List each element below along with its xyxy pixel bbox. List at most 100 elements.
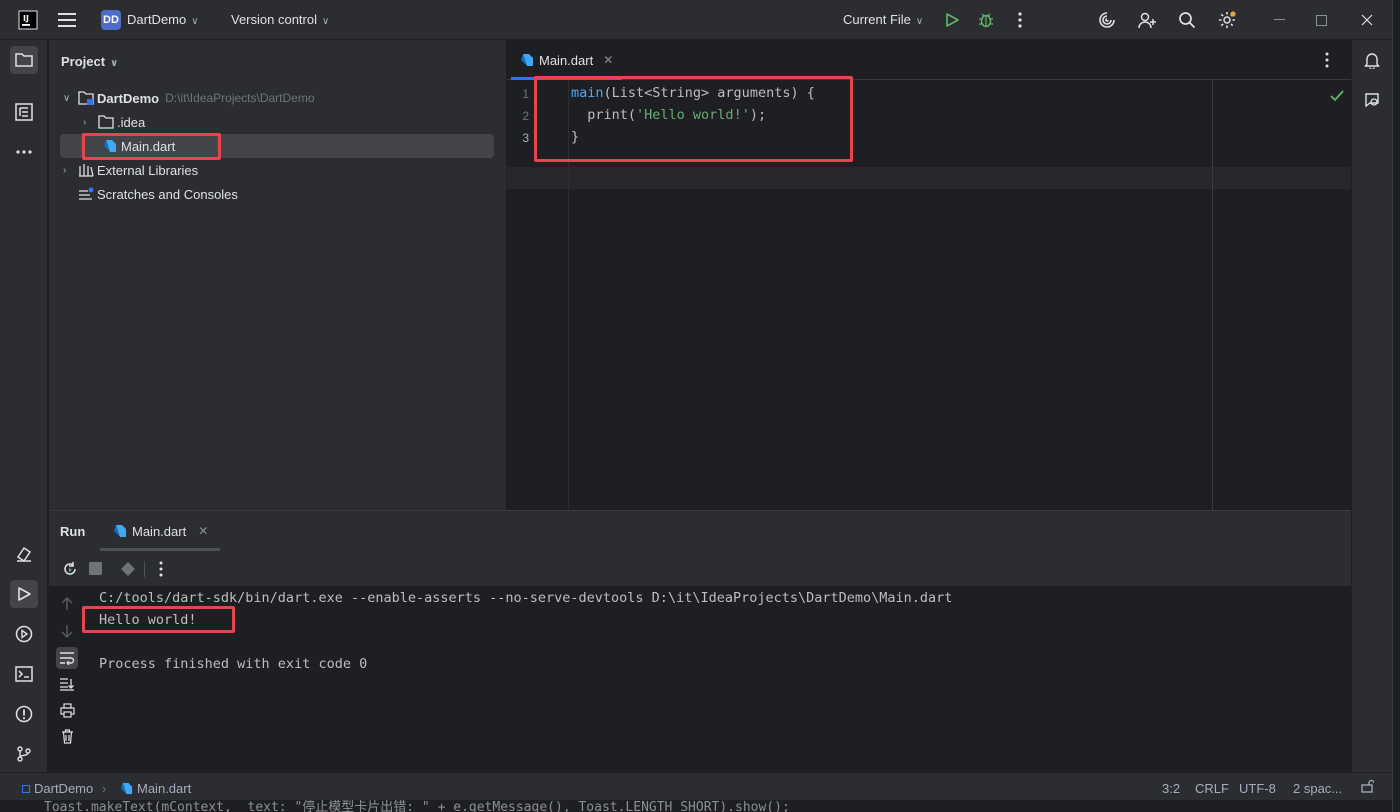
minimize-icon[interactable]: [1268, 8, 1292, 32]
chevron-right-icon[interactable]: ›: [63, 165, 77, 176]
tree-item-label: DartDemo: [97, 90, 160, 106]
scroll-down-arrow-icon[interactable]: [61, 624, 73, 638]
project-panel: Project ∨ ∨ DartDemo D:\it\IdeaProjects\D…: [49, 40, 507, 510]
soft-wrap-icon[interactable]: [56, 647, 78, 669]
library-icon: [77, 162, 95, 178]
caret-position[interactable]: 3:2: [1162, 781, 1180, 796]
project-switcher[interactable]: DartDemo ∨: [127, 12, 199, 27]
background-code-text: Toast.makeText(mContext, text: "停止模型卡片出错…: [44, 800, 790, 812]
version-control-menu[interactable]: Version control ∨: [231, 12, 329, 27]
code-text: }: [571, 129, 580, 145]
code-line-1[interactable]: main(List<String> arguments) {: [571, 85, 815, 101]
breadcrumb-file-label: Main.dart: [137, 781, 192, 796]
search-icon[interactable]: [1175, 8, 1199, 32]
clear-all-trash-icon[interactable]: [61, 729, 74, 744]
run-config-label: Current File: [843, 12, 911, 27]
code-function-name: main: [571, 85, 604, 101]
debug-tool-icon[interactable]: [12, 622, 36, 646]
add-user-icon[interactable]: [1135, 8, 1159, 32]
title-bar: IJ DD DartDemo ∨ Version control ∨ Current…: [0, 0, 1400, 40]
git-tool-icon[interactable]: [12, 742, 36, 766]
more-tools-icon[interactable]: [12, 140, 36, 164]
stop-icon[interactable]: [89, 562, 102, 575]
tree-item-external-libraries[interactable]: › External Libraries: [63, 158, 198, 182]
scroll-to-end-icon[interactable]: [59, 677, 75, 691]
intellij-logo-icon[interactable]: IJ: [16, 8, 40, 32]
line-number: 1: [522, 87, 529, 101]
line-number: 2: [522, 109, 529, 123]
dump-threads-icon[interactable]: [120, 561, 136, 577]
tree-item-idea[interactable]: › .idea: [83, 110, 145, 134]
breadcrumb-file[interactable]: Main.dart: [120, 781, 191, 796]
console-command-line: C:/tools/dart-sdk/bin/dart.exe --enable-…: [99, 590, 953, 606]
dart-file-icon: [120, 782, 133, 795]
debug-icon[interactable]: [974, 8, 998, 32]
chevron-right-icon[interactable]: ›: [83, 117, 97, 128]
editor-more-icon[interactable]: [1325, 52, 1329, 68]
close-tab-icon[interactable]: ✕: [603, 53, 613, 67]
tree-item-label: .idea: [117, 114, 146, 130]
code-line-2[interactable]: print('Hello world!');: [571, 107, 766, 123]
services-tool-icon[interactable]: [12, 542, 36, 566]
version-control-label: Version control: [231, 12, 317, 27]
print-icon[interactable]: [60, 703, 75, 718]
chevron-down-icon: ∨: [110, 58, 119, 69]
run-tool-icon[interactable]: [10, 580, 38, 608]
folder-icon: [97, 114, 115, 130]
project-name: DartDemo: [127, 12, 187, 27]
editor-tab-bar: Main.dart ✕: [507, 40, 1351, 80]
module-folder-icon: [77, 90, 95, 106]
tree-item-main-dart[interactable]: Main.dart: [101, 134, 175, 158]
code-line-3[interactable]: }: [571, 129, 579, 145]
chevron-down-icon[interactable]: ∨: [63, 93, 77, 104]
close-icon[interactable]: [1355, 8, 1379, 32]
window-edge: [1392, 0, 1400, 812]
tree-item-label: Main.dart: [121, 138, 176, 154]
project-badge[interactable]: DD: [101, 10, 121, 30]
scroll-up-arrow-icon[interactable]: [61, 597, 73, 611]
run-config-selector[interactable]: Current File ∨: [843, 12, 923, 27]
tree-item-dartdemo[interactable]: ∨ DartDemo D:\it\IdeaProjects\DartDemo: [63, 86, 315, 110]
run-toolbar: [49, 551, 1351, 587]
project-panel-title: Project: [61, 54, 106, 69]
tree-item-path: D:\it\IdeaProjects\DartDemo: [165, 91, 315, 105]
scratches-icon: [77, 186, 95, 202]
main-menu-icon[interactable]: [55, 8, 79, 32]
structure-tool-icon[interactable]: [12, 100, 36, 124]
terminal-tool-icon[interactable]: [12, 662, 36, 686]
problems-tool-icon[interactable]: [12, 702, 36, 726]
breadcrumb-project[interactable]: DartDemo: [22, 781, 93, 796]
run-icon[interactable]: [940, 8, 964, 32]
file-encoding[interactable]: UTF-8: [1239, 781, 1276, 796]
read-only-lock-icon[interactable]: [1360, 779, 1374, 793]
console-output-line: Hello world!: [99, 612, 197, 628]
notifications-bell-icon[interactable]: [1360, 48, 1384, 72]
background-window-code: Toast.makeText(mContext, text: "停止模型卡片出错…: [0, 800, 1400, 812]
more-actions-icon[interactable]: [159, 561, 163, 577]
maximize-icon[interactable]: [1309, 8, 1333, 32]
dart-file-icon: [520, 53, 534, 67]
right-margin-guide: [1212, 80, 1213, 510]
code-text: print(: [571, 107, 637, 123]
run-tab-main-dart[interactable]: Main.dart ✕: [113, 511, 208, 551]
dart-file-icon: [101, 138, 119, 154]
indent-setting[interactable]: 2 spac...: [1293, 781, 1342, 796]
dart-file-icon: [113, 524, 127, 538]
tree-item-scratches[interactable]: Scratches and Consoles: [77, 182, 238, 206]
settings-gear-icon[interactable]: [1215, 8, 1239, 32]
ai-chat-icon[interactable]: [1360, 88, 1384, 112]
chevron-down-icon: ∨: [322, 16, 330, 27]
editor-tab-main-dart[interactable]: Main.dart ✕: [520, 40, 613, 80]
no-problems-check-icon[interactable]: [1330, 90, 1344, 102]
rerun-icon[interactable]: [62, 561, 78, 577]
project-tool-icon[interactable]: [10, 46, 38, 74]
console-exit-line: Process finished with exit code 0: [99, 656, 368, 672]
project-panel-header[interactable]: Project ∨: [61, 54, 118, 69]
line-number: 3: [522, 131, 529, 145]
more-actions-icon[interactable]: [1008, 8, 1032, 32]
chevron-down-icon: ∨: [915, 16, 924, 27]
ai-assistant-icon[interactable]: [1095, 8, 1119, 32]
line-ending[interactable]: CRLF: [1195, 781, 1229, 796]
close-tab-icon[interactable]: ✕: [198, 524, 208, 538]
tree-item-label: External Libraries: [97, 162, 199, 178]
